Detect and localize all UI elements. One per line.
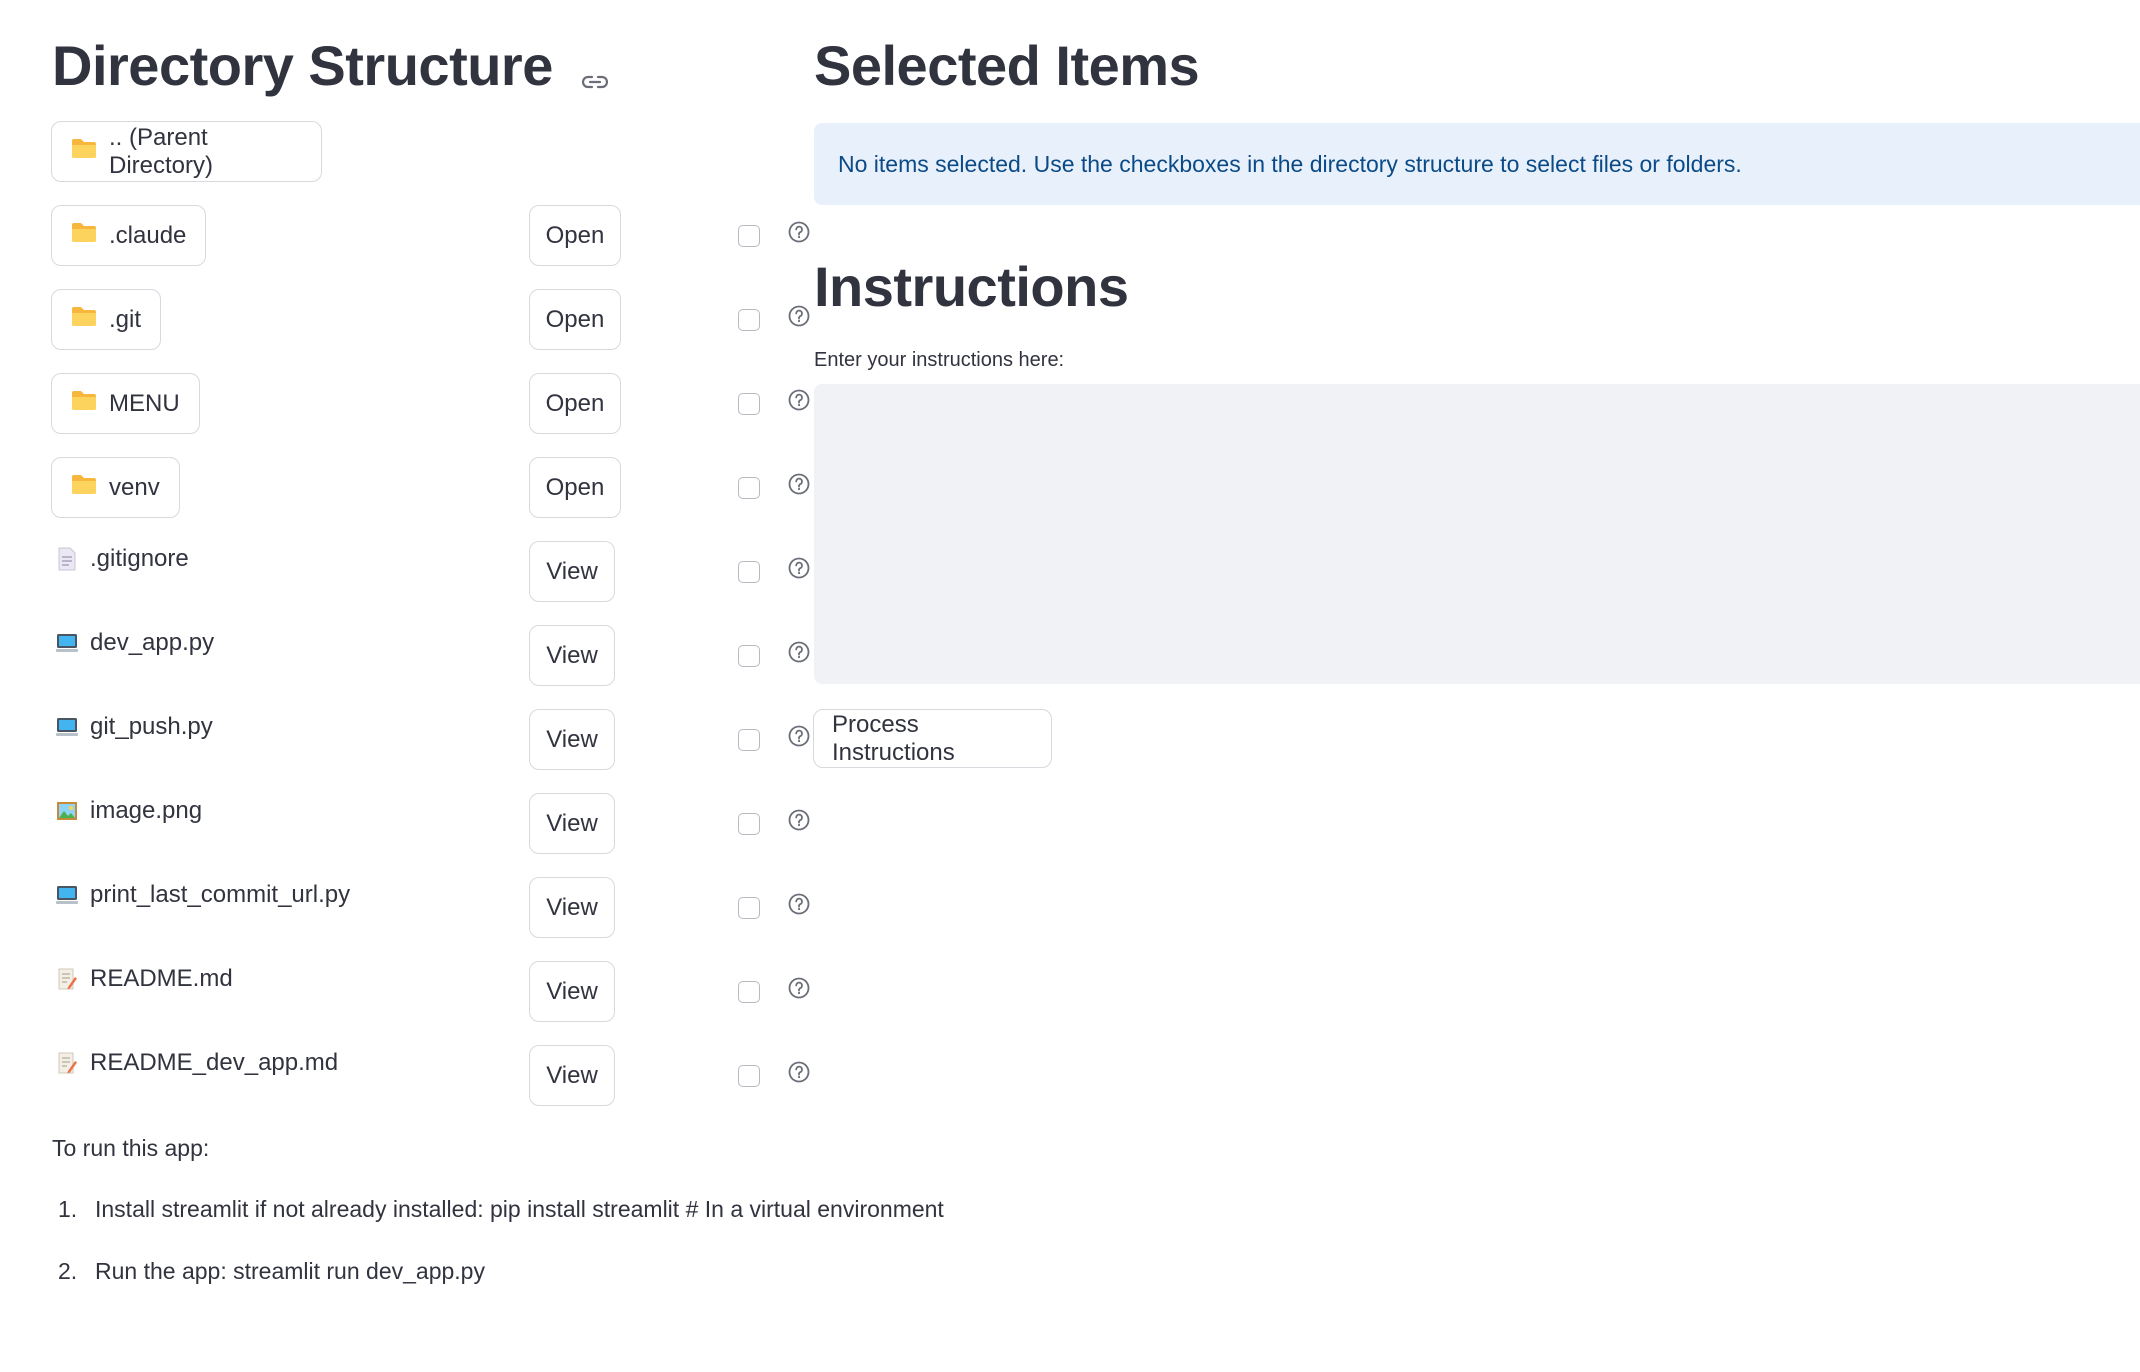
- view-button[interactable]: View: [529, 1045, 615, 1106]
- help-icon[interactable]: [788, 977, 810, 1004]
- folder-button[interactable]: .git: [51, 289, 162, 350]
- folder-button[interactable]: MENU: [51, 373, 200, 434]
- folder-name: .git: [109, 305, 142, 333]
- select-checkbox[interactable]: [738, 1065, 760, 1087]
- folder-button[interactable]: .claude: [51, 205, 207, 266]
- no-selection-message: No items selected. Use the checkboxes in…: [838, 150, 1742, 177]
- computer-icon: [56, 883, 78, 907]
- view-button[interactable]: View: [529, 625, 615, 686]
- open-button[interactable]: Open: [529, 289, 621, 350]
- run-instructions-intro: To run this app:: [52, 1135, 210, 1161]
- open-button[interactable]: Open: [529, 457, 621, 518]
- link-icon[interactable]: [581, 42, 608, 98]
- select-checkbox[interactable]: [738, 309, 760, 331]
- help-icon[interactable]: [788, 809, 810, 836]
- no-selection-alert: No items selected. Use the checkboxes in…: [814, 123, 2140, 205]
- help-icon[interactable]: [788, 725, 810, 752]
- file-name: .gitignore: [90, 545, 189, 572]
- file-item: README.md: [56, 965, 233, 993]
- folder-name: .claude: [109, 221, 187, 249]
- step-text: Run the app: streamlit run dev_app.py: [95, 1258, 485, 1284]
- directory-title: Directory Structure: [52, 34, 553, 97]
- text-file-icon: [56, 547, 78, 571]
- process-instructions-button[interactable]: Process Instructions: [813, 709, 1052, 768]
- instructions-textarea[interactable]: [814, 384, 2140, 684]
- help-icon[interactable]: [788, 893, 810, 920]
- instructions-title: Instructions: [814, 255, 1129, 318]
- folder-icon: [71, 473, 97, 502]
- select-checkbox[interactable]: [738, 561, 760, 583]
- open-button[interactable]: Open: [529, 205, 621, 266]
- memo-icon: [56, 967, 78, 991]
- folder-icon: [71, 221, 97, 250]
- parent-directory-label: .. (Parent Directory): [109, 123, 214, 179]
- select-checkbox[interactable]: [738, 981, 760, 1003]
- picture-icon: [56, 799, 78, 823]
- folder-button[interactable]: venv: [51, 457, 180, 518]
- view-button[interactable]: View: [529, 709, 615, 770]
- folder-icon: [71, 389, 97, 418]
- select-checkbox[interactable]: [738, 813, 760, 835]
- memo-icon: [56, 1051, 78, 1075]
- help-icon[interactable]: [788, 1061, 810, 1088]
- folder-icon: [71, 137, 97, 166]
- file-item: README_dev_app.md: [56, 1049, 338, 1077]
- folder-icon: [71, 305, 97, 334]
- view-button[interactable]: View: [529, 877, 615, 938]
- select-checkbox[interactable]: [738, 393, 760, 415]
- file-name: dev_app.py: [90, 629, 215, 656]
- select-checkbox[interactable]: [738, 477, 760, 499]
- step-text: Install streamlit if not already install…: [95, 1196, 944, 1222]
- file-item: dev_app.py: [56, 629, 214, 657]
- view-button[interactable]: View: [529, 541, 615, 602]
- select-checkbox[interactable]: [738, 897, 760, 919]
- file-name: git_push.py: [90, 713, 213, 740]
- step-number: 2.: [58, 1258, 78, 1284]
- computer-icon: [56, 715, 78, 739]
- help-icon[interactable]: [788, 641, 810, 668]
- help-icon[interactable]: [788, 473, 810, 500]
- select-checkbox[interactable]: [738, 645, 760, 667]
- directory-title-row: Directory Structure: [52, 38, 608, 98]
- help-icon[interactable]: [788, 305, 810, 332]
- step-number: 1.: [58, 1196, 78, 1222]
- help-icon[interactable]: [788, 557, 810, 584]
- select-checkbox[interactable]: [738, 225, 760, 247]
- view-button[interactable]: View: [529, 961, 615, 1022]
- help-icon[interactable]: [788, 221, 810, 248]
- file-item: git_push.py: [56, 713, 213, 741]
- help-icon[interactable]: [788, 389, 810, 416]
- file-name: print_last_commit_url.py: [90, 881, 351, 908]
- file-name: image.png: [90, 797, 203, 824]
- folder-name: MENU: [109, 389, 180, 417]
- file-item: image.png: [56, 797, 202, 825]
- select-checkbox[interactable]: [738, 729, 760, 751]
- process-instructions-label: Process Instructions: [832, 710, 955, 766]
- view-button[interactable]: View: [529, 793, 615, 854]
- file-item: .gitignore: [56, 545, 189, 573]
- instructions-label: Enter your instructions here:: [814, 349, 1065, 371]
- parent-directory-button[interactable]: .. (Parent Directory): [51, 121, 322, 182]
- computer-icon: [56, 631, 78, 655]
- selected-items-title: Selected Items: [814, 34, 1200, 97]
- file-item: print_last_commit_url.py: [56, 881, 350, 909]
- file-name: README_dev_app.md: [90, 1049, 339, 1076]
- open-button[interactable]: Open: [529, 373, 621, 434]
- folder-name: venv: [109, 473, 160, 501]
- file-name: README.md: [90, 965, 233, 992]
